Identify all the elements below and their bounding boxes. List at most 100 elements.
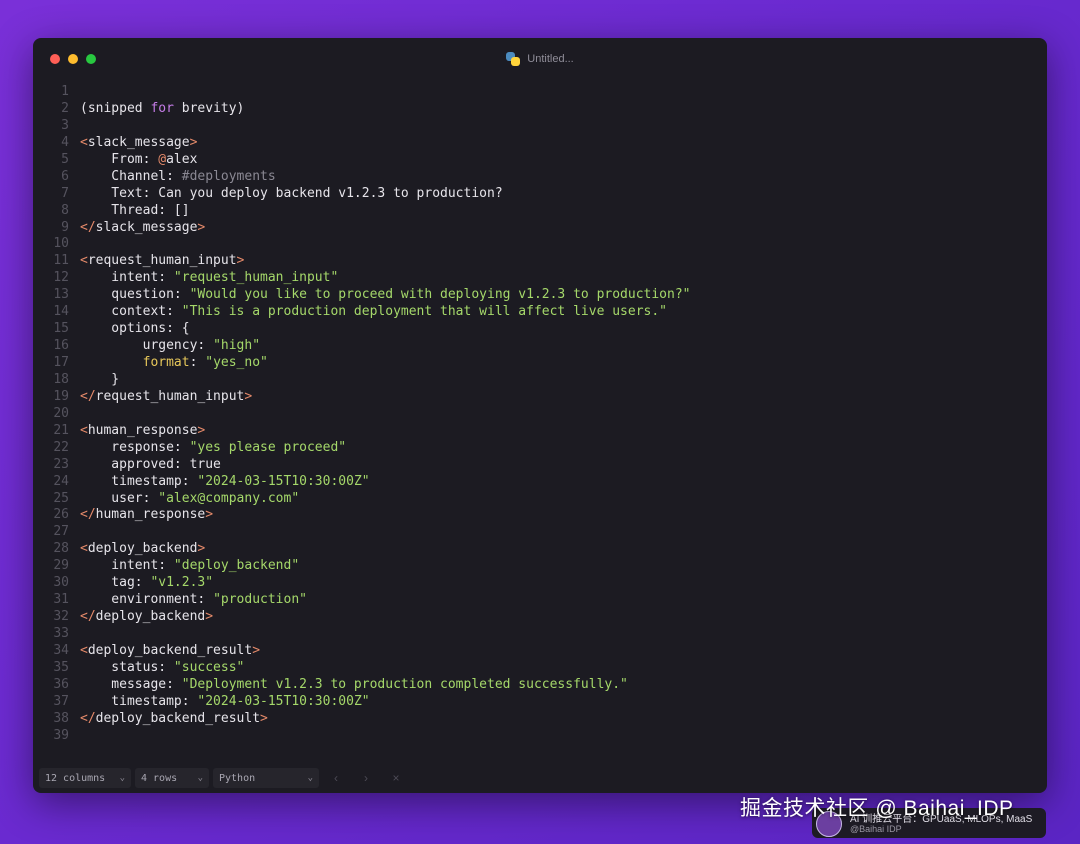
line-text: approved: true (69, 457, 221, 474)
line-number: 28 (53, 541, 69, 557)
line-text: options: { (69, 321, 189, 338)
line-text: </deploy_backend> (69, 609, 213, 626)
line-number: 37 (53, 693, 69, 709)
code-token: Text: Can you deploy backend v1.2.3 to p… (80, 185, 503, 201)
code-token: From: (80, 151, 159, 167)
code-token: "request_human_input" (173, 270, 339, 286)
code-token: "v1.2.3" (150, 575, 214, 591)
code-token: > (197, 541, 206, 557)
code-token: > (197, 219, 206, 235)
close-icon[interactable]: × (383, 771, 409, 785)
line-number: 21 (53, 422, 69, 438)
code-line: 15 options: { (33, 321, 1047, 338)
language-select[interactable]: Python ⌄ (213, 768, 319, 788)
code-line: 16 urgency: "high" (33, 338, 1047, 355)
code-line: 27 (33, 524, 1047, 541)
rows-value: 4 rows (141, 772, 178, 784)
code-line: 34 <deploy_backend_result> (33, 643, 1047, 660)
code-token: </ (80, 609, 96, 625)
line-number: 31 (53, 592, 69, 608)
code-line: 1 (33, 84, 1047, 101)
line-number: 16 (53, 338, 69, 354)
line-number: 38 (53, 710, 69, 726)
code-token: #deployments (181, 168, 276, 184)
next-icon[interactable]: › (353, 771, 379, 785)
code-line: 25 user: "alex@company.com" (33, 491, 1047, 508)
code-line: 20 (33, 406, 1047, 423)
code-token: urgency: (80, 338, 214, 354)
code-line: 38 </deploy_backend_result> (33, 711, 1047, 728)
line-number: 10 (53, 236, 69, 252)
line-text: <human_response> (69, 423, 205, 440)
code-token: < (80, 422, 88, 438)
code-token: @ (158, 151, 167, 167)
code-token: approved: true (80, 456, 221, 472)
code-token: deploy_backend_result (87, 642, 253, 658)
status-bar: 12 columns ⌄ 4 rows ⌄ Python ⌄ ‹ › × (33, 763, 1047, 793)
line-number: 35 (53, 659, 69, 675)
code-line: 6 Channel: #deployments (33, 169, 1047, 186)
code-line: 32 </deploy_backend> (33, 609, 1047, 626)
line-number: 2 (61, 100, 69, 116)
code-token: > (205, 609, 214, 625)
line-text: From: @alex (69, 152, 197, 169)
line-number: 13 (53, 287, 69, 303)
line-text: <slack_message> (69, 135, 197, 152)
line-number: 39 (53, 727, 69, 743)
code-line: 36 message: "Deployment v1.2.3 to produc… (33, 677, 1047, 694)
code-token: </ (80, 219, 96, 235)
code-token: > (260, 710, 268, 726)
code-line: 4 <slack_message> (33, 135, 1047, 152)
code-line: 30 tag: "v1.2.3" (33, 575, 1047, 592)
chevron-down-icon: ⌄ (119, 773, 125, 783)
code-token: timestamp: (80, 473, 198, 489)
code-token: human_response (95, 507, 206, 523)
line-number: 19 (53, 388, 69, 404)
code-token: "alex@company.com" (158, 490, 300, 506)
code-token: > (189, 134, 198, 150)
line-number: 34 (53, 642, 69, 658)
line-number: 3 (61, 117, 69, 133)
code-token: "production" (213, 592, 307, 608)
line-text: message: "Deployment v1.2.3 to productio… (69, 677, 628, 694)
badge-handle: @Baihai IDP (850, 824, 902, 834)
line-text: </deploy_backend_result> (69, 711, 268, 728)
code-line: 37 timestamp: "2024-03-15T10:30:00Z" (33, 694, 1047, 711)
prev-icon[interactable]: ‹ (323, 771, 349, 785)
line-text: </request_human_input> (69, 389, 252, 406)
code-token: status: (80, 659, 174, 675)
code-token: slack_message (95, 219, 198, 235)
code-token: human_response (87, 422, 198, 438)
title-bar: Untitled... (33, 38, 1047, 80)
code-line: 29 intent: "deploy_backend" (33, 558, 1047, 575)
line-text: intent: "deploy_backend" (69, 558, 299, 575)
line-text: </human_response> (69, 507, 213, 524)
line-text (69, 84, 80, 101)
code-token: for (150, 100, 174, 116)
columns-select[interactable]: 12 columns ⌄ (39, 768, 131, 788)
code-line: 19 </request_human_input> (33, 389, 1047, 406)
rows-select[interactable]: 4 rows ⌄ (135, 768, 209, 788)
code-token: "high" (213, 338, 261, 354)
line-number: 5 (61, 151, 69, 167)
line-text: intent: "request_human_input" (69, 270, 338, 287)
line-number: 32 (53, 609, 69, 625)
editor-window: Untitled... 1 2 (snipped for brevity) 3 4 <sl… (33, 38, 1047, 793)
line-number: 23 (53, 456, 69, 472)
code-line: 28 <deploy_backend> (33, 541, 1047, 558)
line-text: context: "This is a production deploymen… (69, 304, 667, 321)
language-value: Python (219, 772, 256, 784)
line-text: (snipped for brevity) (69, 101, 244, 118)
code-line: 14 context: "This is a production deploy… (33, 304, 1047, 321)
line-text: tag: "v1.2.3" (69, 575, 213, 592)
line-text: timestamp: "2024-03-15T10:30:00Z" (69, 473, 369, 491)
code-editor[interactable]: 1 2 (snipped for brevity) 3 4 <slack_message>… (33, 84, 1047, 745)
code-token: deploy_backend_result (95, 710, 261, 726)
code-token: request_human_input (87, 253, 237, 269)
code-line: 10 (33, 236, 1047, 253)
code-token: question: (80, 287, 190, 303)
line-number: 22 (53, 439, 69, 455)
line-number: 7 (61, 185, 69, 201)
chevron-down-icon: ⌄ (307, 773, 313, 783)
code-token: "Would you like to proceed with deployin… (189, 287, 691, 303)
